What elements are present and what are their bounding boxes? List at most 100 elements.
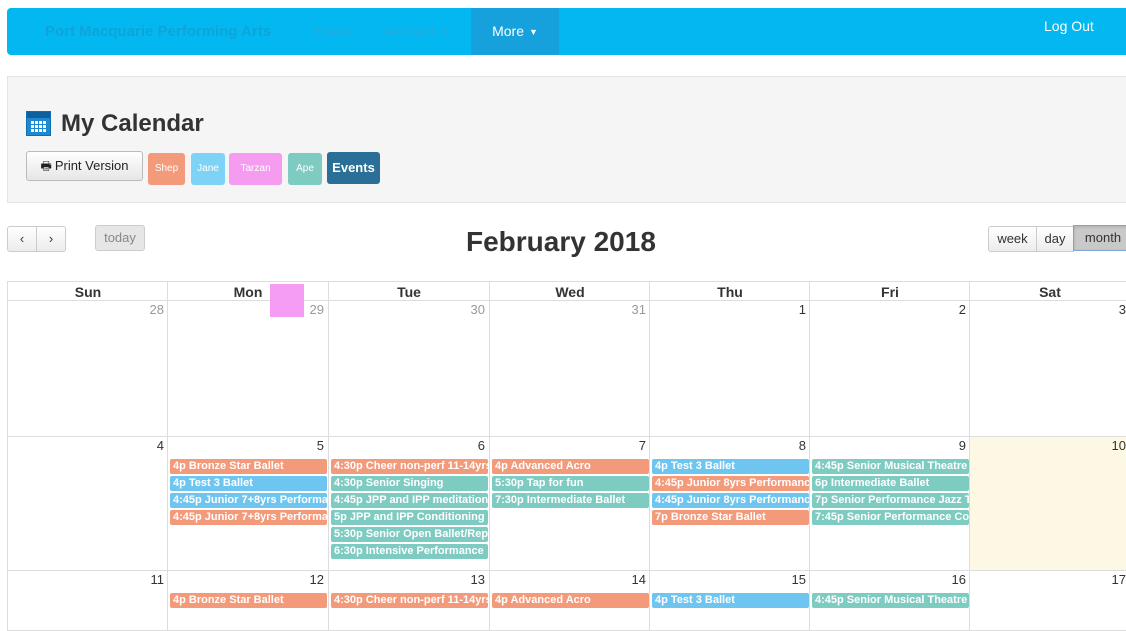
- week-view-button[interactable]: week: [988, 226, 1037, 252]
- top-navbar: Port Macquarie Performing Arts Home Acco…: [7, 8, 1126, 55]
- day-cell[interactable]: 29: [167, 301, 328, 437]
- calendar-event[interactable]: 4:45p JPP and IPP meditation: [331, 493, 488, 508]
- day-cell[interactable]: 16 4:45p Senior Musical Theatre: [809, 571, 970, 631]
- calendar-event[interactable]: 4:30p Cheer non-perf 11-14yrs: [331, 593, 488, 608]
- day-number[interactable]: 28: [150, 302, 164, 317]
- nav-more-label: More: [492, 23, 524, 39]
- day-header-wed: Wed: [489, 281, 650, 301]
- brand-link[interactable]: Port Macquarie Performing Arts: [45, 8, 271, 55]
- calendar-event[interactable]: 4:45p Junior 8yrs Performance: [652, 493, 809, 508]
- calendar-icon: [26, 111, 51, 136]
- day-number[interactable]: 11: [151, 572, 165, 587]
- day-header-fri: Fri: [809, 281, 970, 301]
- calendar-event[interactable]: 7p Senior Performance Jazz Tap: [812, 493, 969, 508]
- caret-down-icon: ▼: [528, 27, 538, 37]
- calendar-event[interactable]: 4p Test 3 Ballet: [652, 593, 809, 608]
- calendar-event[interactable]: 4:45p Senior Musical Theatre: [812, 593, 969, 608]
- calendar-event[interactable]: 7p Bronze Star Ballet: [652, 510, 809, 525]
- day-number[interactable]: 10: [1112, 438, 1126, 453]
- day-number[interactable]: 7: [639, 438, 646, 453]
- filter-chip-ape[interactable]: Ape: [288, 153, 322, 185]
- page-title: My Calendar: [61, 110, 204, 137]
- day-view-button[interactable]: day: [1036, 226, 1074, 252]
- calendar-event[interactable]: 4p Test 3 Ballet: [170, 476, 327, 491]
- calendar-event[interactable]: 5:30p Tap for fun: [492, 476, 649, 491]
- calendar-event[interactable]: 4:30p Senior Singing: [331, 476, 488, 491]
- day-cell[interactable]: 2: [809, 301, 970, 437]
- day-number[interactable]: 12: [310, 572, 324, 587]
- calendar-event[interactable]: 4:45p Junior 8yrs Performance: [652, 476, 809, 491]
- day-cell[interactable]: 8 4p Test 3 Ballet 4:45p Junior 8yrs Perfo…: [649, 437, 810, 571]
- day-number[interactable]: 6: [478, 438, 485, 453]
- nav-more-dropdown[interactable]: More ▼: [471, 8, 559, 55]
- print-version-label: Print Version: [54, 158, 129, 173]
- day-cell[interactable]: 10: [969, 437, 1126, 571]
- day-cell[interactable]: 1: [649, 301, 810, 437]
- day-cell[interactable]: 11: [7, 571, 168, 631]
- day-number[interactable]: 4: [157, 438, 164, 453]
- calendar-event[interactable]: 4:30p Cheer non-perf 11-14yrs: [331, 459, 488, 474]
- calendar-event[interactable]: 6p Intermediate Ballet: [812, 476, 969, 491]
- caret-down-icon: ▼: [439, 27, 449, 37]
- day-number[interactable]: 14: [632, 572, 646, 587]
- day-cell[interactable]: 28: [7, 301, 168, 437]
- day-number[interactable]: 16: [952, 572, 966, 587]
- calendar-event[interactable]: 4:45p Senior Musical Theatre: [812, 459, 969, 474]
- filter-chip-jane[interactable]: Jane: [191, 153, 225, 185]
- day-header-sun: Sun: [7, 281, 168, 301]
- month-calendar-grid: Sun Mon Tue Wed Thu Fri Sat 28 29 30 31 1 2 3 4 5 4p Bro…: [7, 281, 1126, 631]
- logout-link[interactable]: Log Out: [1044, 8, 1094, 55]
- day-number[interactable]: 2: [959, 302, 966, 317]
- calendar-event[interactable]: 5p JPP and IPP Conditioning: [331, 510, 488, 525]
- day-number[interactable]: 17: [1112, 572, 1126, 587]
- month-title: February 2018: [466, 226, 656, 257]
- prev-month-button[interactable]: ‹: [7, 226, 37, 252]
- day-number[interactable]: 9: [959, 438, 966, 453]
- next-month-button[interactable]: ›: [36, 226, 66, 252]
- calendar-event[interactable]: 4p Advanced Acro: [492, 459, 649, 474]
- day-number[interactable]: 8: [799, 438, 806, 453]
- calendar-event[interactable]: 4:45p Junior 7+8yrs Performance: [170, 493, 327, 508]
- day-cell[interactable]: 12 4p Bronze Star Ballet: [167, 571, 328, 631]
- day-cell[interactable]: 15 4p Test 3 Ballet: [649, 571, 810, 631]
- nav-account-dropdown[interactable]: Account ▼: [384, 8, 449, 55]
- day-cell[interactable]: 4: [7, 437, 168, 571]
- day-cell[interactable]: 7 4p Advanced Acro 5:30p Tap for fun 7:30p …: [489, 437, 650, 571]
- day-cell[interactable]: 5 4p Bronze Star Ballet 4p Test 3 Ballet 4:…: [167, 437, 328, 571]
- calendar-event[interactable]: 4p Advanced Acro: [492, 593, 649, 608]
- day-number[interactable]: 29: [310, 302, 324, 317]
- printer-icon: 🖶: [40, 159, 52, 173]
- calendar-event[interactable]: 5:30p Senior Open Ballet/Repertoire: [331, 527, 488, 542]
- calendar-event[interactable]: 6:30p Intensive Performance: [331, 544, 488, 559]
- day-cell[interactable]: 3: [969, 301, 1126, 437]
- day-header-sat: Sat: [969, 281, 1126, 301]
- day-number[interactable]: 31: [632, 302, 646, 317]
- calendar-event[interactable]: 4p Test 3 Ballet: [652, 459, 809, 474]
- day-number[interactable]: 13: [471, 572, 485, 587]
- filter-chip-shep[interactable]: Shep: [148, 153, 185, 185]
- calendar-event[interactable]: 7:45p Senior Performance Contemporary: [812, 510, 969, 525]
- day-cell[interactable]: 13 4:30p Cheer non-perf 11-14yrs: [328, 571, 489, 631]
- day-number[interactable]: 3: [1119, 302, 1126, 317]
- print-version-button[interactable]: 🖶 Print Version: [26, 151, 143, 181]
- day-cell[interactable]: 6 4:30p Cheer non-perf 11-14yrs 4:30p Seni…: [328, 437, 489, 571]
- day-number[interactable]: 15: [792, 572, 806, 587]
- day-cell[interactable]: 30: [328, 301, 489, 437]
- calendar-event[interactable]: 4p Bronze Star Ballet: [170, 459, 327, 474]
- day-cell[interactable]: 17: [969, 571, 1126, 631]
- filter-chip-tarzan[interactable]: Tarzan: [229, 153, 282, 185]
- day-cell[interactable]: 14 4p Advanced Acro: [489, 571, 650, 631]
- day-number[interactable]: 5: [317, 438, 324, 453]
- day-cell[interactable]: 9 4:45p Senior Musical Theatre 6p Intermed…: [809, 437, 970, 571]
- hover-highlight: [270, 284, 304, 317]
- filter-chip-events[interactable]: Events: [327, 152, 380, 184]
- day-number[interactable]: 1: [799, 302, 806, 317]
- calendar-event[interactable]: 7:30p Intermediate Ballet: [492, 493, 649, 508]
- month-view-button[interactable]: month: [1073, 225, 1126, 251]
- nav-home-link[interactable]: Home: [315, 8, 352, 55]
- calendar-event[interactable]: 4p Bronze Star Ballet: [170, 593, 327, 608]
- today-button[interactable]: today: [95, 225, 145, 251]
- day-cell[interactable]: 31: [489, 301, 650, 437]
- day-number[interactable]: 30: [471, 302, 485, 317]
- calendar-event[interactable]: 4:45p Junior 7+8yrs Performance: [170, 510, 327, 525]
